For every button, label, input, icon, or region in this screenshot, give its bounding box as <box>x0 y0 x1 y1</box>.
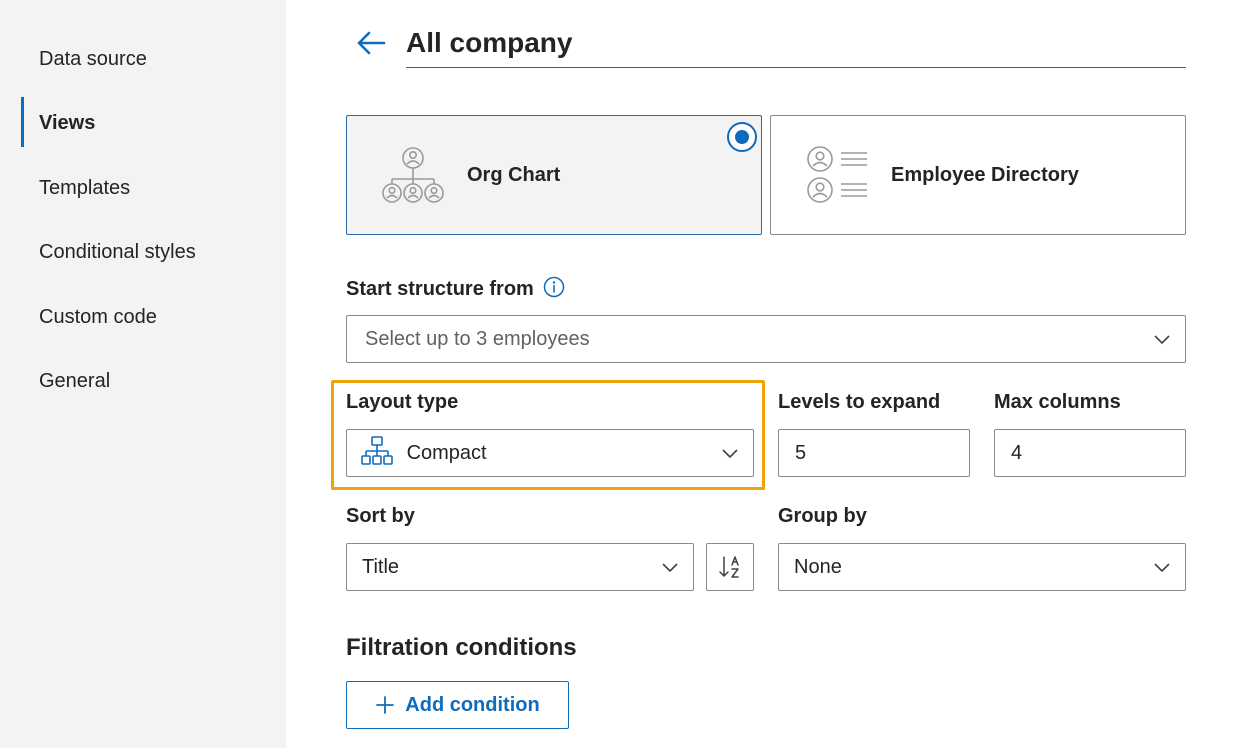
group-by-value: None <box>794 556 842 578</box>
sidebar-item-views[interactable]: Views <box>39 103 95 143</box>
levels-to-expand-input[interactable]: 5 <box>778 429 970 477</box>
arrow-left-icon <box>357 31 386 55</box>
sidebar-item-data-source[interactable]: Data source <box>39 39 147 79</box>
plus-icon <box>376 696 395 714</box>
employee-directory-icon <box>807 146 867 203</box>
layout-type-label: Layout type <box>346 391 459 413</box>
chevron-down-icon <box>722 449 738 459</box>
add-condition-label: Add condition <box>405 693 540 716</box>
layout-type-value: Compact <box>406 442 487 464</box>
sort-by-select[interactable]: Title <box>346 543 694 591</box>
chevron-down-icon <box>1154 563 1170 573</box>
filtration-conditions-title: Filtration conditions <box>346 634 577 661</box>
sort-direction-button[interactable] <box>706 543 754 591</box>
back-button[interactable] <box>354 26 388 60</box>
view-card-label: Org Chart <box>467 164 561 186</box>
sort-ascending-icon <box>719 556 739 578</box>
view-card-employee-directory[interactable]: Employee Directory <box>770 115 1186 235</box>
sidebar-item-general[interactable]: General <box>39 361 110 401</box>
chevron-down-icon <box>1154 335 1170 345</box>
view-card-org-chart[interactable]: Org Chart <box>346 115 762 235</box>
group-by-select[interactable]: None <box>778 543 1186 591</box>
sidebar-item-templates[interactable]: Templates <box>39 168 130 208</box>
layout-type-select[interactable]: Compact <box>346 429 754 477</box>
start-structure-select[interactable]: Select up to 3 employees <box>346 315 1186 363</box>
sort-by-label: Sort by <box>346 505 415 527</box>
max-columns-label: Max columns <box>994 391 1121 413</box>
levels-to-expand-label: Levels to expand <box>778 391 941 413</box>
active-nav-indicator <box>21 97 24 147</box>
start-structure-placeholder: Select up to 3 employees <box>365 328 590 350</box>
selected-radio[interactable] <box>727 122 757 152</box>
sidebar-item-custom-code[interactable]: Custom code <box>39 297 157 337</box>
chevron-down-icon <box>662 563 678 573</box>
view-card-label: Employee Directory <box>891 164 1079 186</box>
start-structure-label: Start structure from <box>346 276 565 301</box>
hierarchy-icon <box>361 436 393 465</box>
sort-by-value: Title <box>362 556 400 578</box>
view-title-input[interactable]: All company <box>406 24 1186 68</box>
info-icon[interactable] <box>543 276 565 298</box>
group-by-label: Group by <box>778 505 867 527</box>
max-columns-input[interactable]: 4 <box>994 429 1186 477</box>
settings-sidebar: Data source Views Templates Conditional … <box>0 0 286 748</box>
add-condition-button[interactable]: Add condition <box>346 681 569 729</box>
start-structure-label-text: Start structure from <box>346 278 534 300</box>
org-chart-icon <box>382 147 444 203</box>
sidebar-item-conditional-styles[interactable]: Conditional styles <box>39 232 196 272</box>
